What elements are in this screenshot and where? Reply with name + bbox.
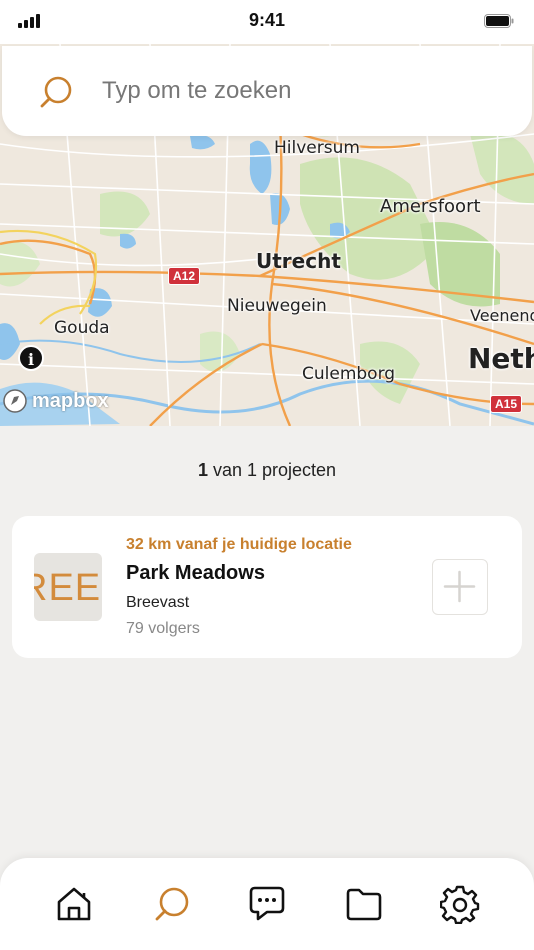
project-card[interactable]: REE 32 km vanaf je huidige locatie Park … xyxy=(12,516,522,658)
search-icon xyxy=(40,76,72,108)
result-count-suffix: van 1 projecten xyxy=(207,460,337,480)
road-shield-a15: A15 xyxy=(490,395,523,413)
road-shield-a12: A12 xyxy=(168,267,201,285)
mapbox-logo-text: mapbox xyxy=(32,389,109,412)
project-followers: 79 volgers xyxy=(126,620,200,637)
map-info-button[interactable]: i xyxy=(18,345,44,371)
mapbox-logo[interactable]: mapbox xyxy=(2,388,109,414)
search-input[interactable] xyxy=(102,68,502,114)
map-label-netherlands: Neth xyxy=(468,342,534,375)
search-bar[interactable] xyxy=(2,46,532,136)
map-label-nieuwegein: Nieuwegein xyxy=(227,296,327,316)
map-label-hilversum: Hilversum xyxy=(274,138,360,158)
map-label-amersfoort: Amersfoort xyxy=(380,196,481,217)
project-thumbnail-logo: REE xyxy=(34,567,102,609)
plus-icon xyxy=(443,570,476,603)
map-label-utrecht: Utrecht xyxy=(256,249,341,273)
project-thumbnail: REE xyxy=(34,553,102,621)
nav-search-icon[interactable] xyxy=(152,884,192,924)
follow-project-button[interactable] xyxy=(432,559,488,615)
result-count-current: 1 xyxy=(197,460,208,480)
battery-icon xyxy=(484,14,514,28)
folder-icon[interactable] xyxy=(344,884,384,924)
home-icon[interactable] xyxy=(54,884,94,924)
project-name: Park Meadows xyxy=(126,562,265,584)
status-time: 9:41 xyxy=(248,10,286,30)
gear-icon[interactable] xyxy=(440,884,480,924)
mapbox-icon xyxy=(3,389,27,413)
status-bar: 9:41 xyxy=(0,0,534,44)
messages-icon[interactable] xyxy=(247,884,287,924)
project-distance: 32 km vanaf je huidige locatie xyxy=(126,536,352,553)
bottom-nav xyxy=(0,858,534,950)
map-label-gouda: Gouda xyxy=(54,318,110,338)
map-label-culemborg: Culemborg xyxy=(302,364,396,384)
project-company: Breevast xyxy=(126,594,190,611)
map-label-veenendaal: Veenend xyxy=(470,306,534,325)
result-count: 1 van 1 projecten xyxy=(0,460,534,481)
